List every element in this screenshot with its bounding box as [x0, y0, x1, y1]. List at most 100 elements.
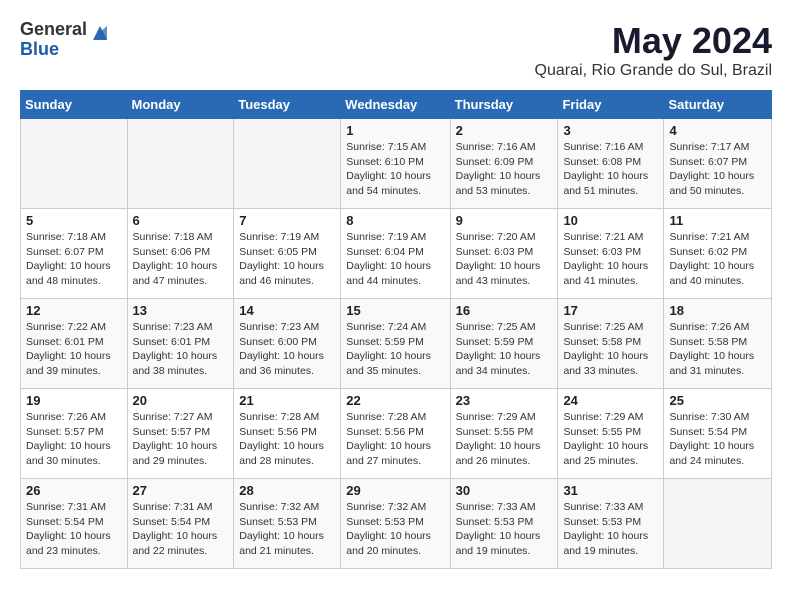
- weekday-header-cell: Wednesday: [341, 91, 450, 119]
- calendar-day-cell: 12Sunrise: 7:22 AM Sunset: 6:01 PM Dayli…: [21, 299, 128, 389]
- calendar-day-cell: 8 Sunrise: 7:19 AM Sunset: 6:04 PM Daylig…: [341, 209, 450, 299]
- day-info: Sunrise: 7:16 AM Sunset: 6:09 PM Dayligh…: [456, 140, 553, 199]
- day-info: Sunrise: 7:28 AM Sunset: 5:56 PM Dayligh…: [346, 410, 444, 469]
- calendar-day-cell: 21 Sunrise: 7:28 AM Sunset: 5:56 PM Dayli…: [234, 389, 341, 479]
- day-number: 10: [563, 213, 658, 228]
- day-info: Sunrise: 7:32 AM Sunset: 5:53 PM Dayligh…: [239, 500, 335, 559]
- calendar-day-cell: [234, 119, 341, 209]
- calendar-day-cell: 20Sunrise: 7:27 AM Sunset: 5:57 PM Dayli…: [127, 389, 234, 479]
- day-info: Sunrise: 7:21 AM Sunset: 6:02 PM Dayligh…: [669, 230, 766, 289]
- calendar-week-row: 26 Sunrise: 7:31 AM Sunset: 5:54 PM Dayli…: [21, 479, 772, 569]
- day-number: 12: [26, 303, 122, 318]
- weekday-header-cell: Saturday: [664, 91, 772, 119]
- page-subtitle: Quarai, Rio Grande do Sul, Brazil: [535, 62, 772, 80]
- calendar-day-cell: 19 Sunrise: 7:26 AM Sunset: 5:57 PM Dayli…: [21, 389, 128, 479]
- day-number: 15: [346, 303, 444, 318]
- calendar-week-row: 12Sunrise: 7:22 AM Sunset: 6:01 PM Dayli…: [21, 299, 772, 389]
- day-number: 31: [563, 483, 658, 498]
- day-info: Sunrise: 7:27 AM Sunset: 5:57 PM Dayligh…: [133, 410, 229, 469]
- day-number: 3: [563, 123, 658, 138]
- day-info: Sunrise: 7:15 AM Sunset: 6:10 PM Dayligh…: [346, 140, 444, 199]
- day-info: Sunrise: 7:25 AM Sunset: 5:58 PM Dayligh…: [563, 320, 658, 379]
- day-number: 17: [563, 303, 658, 318]
- calendar-day-cell: [21, 119, 128, 209]
- day-info: Sunrise: 7:29 AM Sunset: 5:55 PM Dayligh…: [456, 410, 553, 469]
- calendar-day-cell: 9 Sunrise: 7:20 AM Sunset: 6:03 PM Daylig…: [450, 209, 558, 299]
- day-number: 28: [239, 483, 335, 498]
- logo-line1: General: [20, 20, 87, 40]
- day-info: Sunrise: 7:25 AM Sunset: 5:59 PM Dayligh…: [456, 320, 553, 379]
- calendar-day-cell: 24 Sunrise: 7:29 AM Sunset: 5:55 PM Dayli…: [558, 389, 664, 479]
- day-number: 16: [456, 303, 553, 318]
- calendar-day-cell: [664, 479, 772, 569]
- day-info: Sunrise: 7:19 AM Sunset: 6:04 PM Dayligh…: [346, 230, 444, 289]
- calendar-week-row: 5 Sunrise: 7:18 AM Sunset: 6:07 PM Daylig…: [21, 209, 772, 299]
- calendar-day-cell: 25Sunrise: 7:30 AM Sunset: 5:54 PM Dayli…: [664, 389, 772, 479]
- day-info: Sunrise: 7:31 AM Sunset: 5:54 PM Dayligh…: [133, 500, 229, 559]
- day-info: Sunrise: 7:32 AM Sunset: 5:53 PM Dayligh…: [346, 500, 444, 559]
- calendar-day-cell: 23 Sunrise: 7:29 AM Sunset: 5:55 PM Dayli…: [450, 389, 558, 479]
- day-number: 22: [346, 393, 444, 408]
- calendar-day-cell: 22 Sunrise: 7:28 AM Sunset: 5:56 PM Dayli…: [341, 389, 450, 479]
- day-info: Sunrise: 7:19 AM Sunset: 6:05 PM Dayligh…: [239, 230, 335, 289]
- day-number: 18: [669, 303, 766, 318]
- calendar-day-cell: 13 Sunrise: 7:23 AM Sunset: 6:01 PM Dayli…: [127, 299, 234, 389]
- day-number: 21: [239, 393, 335, 408]
- day-number: 23: [456, 393, 553, 408]
- day-info: Sunrise: 7:26 AM Sunset: 5:57 PM Dayligh…: [26, 410, 122, 469]
- calendar-day-cell: 26 Sunrise: 7:31 AM Sunset: 5:54 PM Dayli…: [21, 479, 128, 569]
- logo-text: General Blue: [20, 20, 87, 60]
- calendar-day-cell: 30 Sunrise: 7:33 AM Sunset: 5:53 PM Dayli…: [450, 479, 558, 569]
- day-info: Sunrise: 7:29 AM Sunset: 5:55 PM Dayligh…: [563, 410, 658, 469]
- day-number: 30: [456, 483, 553, 498]
- calendar-day-cell: 27 Sunrise: 7:31 AM Sunset: 5:54 PM Dayli…: [127, 479, 234, 569]
- day-info: Sunrise: 7:17 AM Sunset: 6:07 PM Dayligh…: [669, 140, 766, 199]
- day-info: Sunrise: 7:33 AM Sunset: 5:53 PM Dayligh…: [456, 500, 553, 559]
- calendar-day-cell: 14 Sunrise: 7:23 AM Sunset: 6:00 PM Dayli…: [234, 299, 341, 389]
- calendar-day-cell: 18 Sunrise: 7:26 AM Sunset: 5:58 PM Dayli…: [664, 299, 772, 389]
- day-info: Sunrise: 7:21 AM Sunset: 6:03 PM Dayligh…: [563, 230, 658, 289]
- day-info: Sunrise: 7:18 AM Sunset: 6:07 PM Dayligh…: [26, 230, 122, 289]
- calendar-week-row: 19 Sunrise: 7:26 AM Sunset: 5:57 PM Dayli…: [21, 389, 772, 479]
- day-number: 6: [133, 213, 229, 228]
- calendar-day-cell: 17 Sunrise: 7:25 AM Sunset: 5:58 PM Dayli…: [558, 299, 664, 389]
- calendar-table: SundayMondayTuesdayWednesdayThursdayFrid…: [20, 90, 772, 569]
- day-number: 19: [26, 393, 122, 408]
- calendar-day-cell: 4 Sunrise: 7:17 AM Sunset: 6:07 PM Daylig…: [664, 119, 772, 209]
- day-info: Sunrise: 7:23 AM Sunset: 6:01 PM Dayligh…: [133, 320, 229, 379]
- weekday-header-cell: Thursday: [450, 91, 558, 119]
- day-info: Sunrise: 7:31 AM Sunset: 5:54 PM Dayligh…: [26, 500, 122, 559]
- day-number: 27: [133, 483, 229, 498]
- day-number: 11: [669, 213, 766, 228]
- day-info: Sunrise: 7:26 AM Sunset: 5:58 PM Dayligh…: [669, 320, 766, 379]
- calendar-day-cell: 7Sunrise: 7:19 AM Sunset: 6:05 PM Daylig…: [234, 209, 341, 299]
- calendar-day-cell: 6 Sunrise: 7:18 AM Sunset: 6:06 PM Daylig…: [127, 209, 234, 299]
- day-number: 5: [26, 213, 122, 228]
- page-header: General Blue May 2024 Quarai, Rio Grande…: [20, 20, 772, 80]
- calendar-day-cell: 2Sunrise: 7:16 AM Sunset: 6:09 PM Daylig…: [450, 119, 558, 209]
- day-number: 8: [346, 213, 444, 228]
- day-info: Sunrise: 7:18 AM Sunset: 6:06 PM Dayligh…: [133, 230, 229, 289]
- day-number: 4: [669, 123, 766, 138]
- day-number: 14: [239, 303, 335, 318]
- calendar-day-cell: 16 Sunrise: 7:25 AM Sunset: 5:59 PM Dayli…: [450, 299, 558, 389]
- day-number: 9: [456, 213, 553, 228]
- calendar-day-cell: 10 Sunrise: 7:21 AM Sunset: 6:03 PM Dayli…: [558, 209, 664, 299]
- calendar-week-row: 1Sunrise: 7:15 AM Sunset: 6:10 PM Daylig…: [21, 119, 772, 209]
- weekday-header-cell: Sunday: [21, 91, 128, 119]
- weekday-header-cell: Monday: [127, 91, 234, 119]
- day-info: Sunrise: 7:28 AM Sunset: 5:56 PM Dayligh…: [239, 410, 335, 469]
- calendar-day-cell: 11 Sunrise: 7:21 AM Sunset: 6:02 PM Dayli…: [664, 209, 772, 299]
- logo: General Blue: [20, 20, 111, 60]
- day-info: Sunrise: 7:30 AM Sunset: 5:54 PM Dayligh…: [669, 410, 766, 469]
- day-number: 29: [346, 483, 444, 498]
- day-number: 24: [563, 393, 658, 408]
- day-info: Sunrise: 7:20 AM Sunset: 6:03 PM Dayligh…: [456, 230, 553, 289]
- page-title: May 2024: [535, 20, 772, 62]
- calendar-body: 1Sunrise: 7:15 AM Sunset: 6:10 PM Daylig…: [21, 119, 772, 569]
- day-number: 26: [26, 483, 122, 498]
- calendar-day-cell: 1Sunrise: 7:15 AM Sunset: 6:10 PM Daylig…: [341, 119, 450, 209]
- day-info: Sunrise: 7:23 AM Sunset: 6:00 PM Dayligh…: [239, 320, 335, 379]
- weekday-header-row: SundayMondayTuesdayWednesdayThursdayFrid…: [21, 91, 772, 119]
- day-number: 13: [133, 303, 229, 318]
